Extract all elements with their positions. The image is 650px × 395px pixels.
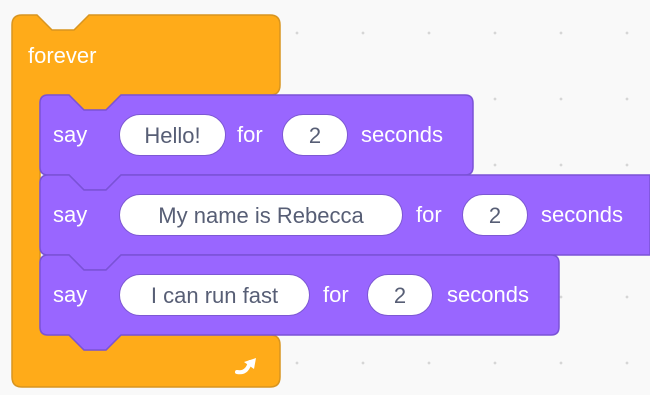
loop-arrow-icon: [235, 358, 256, 375]
say-label: say: [53, 122, 88, 147]
seconds-label: seconds: [541, 202, 623, 227]
for-label: for: [237, 122, 263, 147]
forever-label: forever: [28, 43, 97, 68]
message-input[interactable]: Hello!: [119, 114, 226, 156]
script-workspace[interactable]: forever say Hello! for 2 seconds say My …: [0, 0, 650, 395]
for-label: for: [323, 282, 349, 307]
message-input[interactable]: I can run fast: [119, 274, 310, 316]
seconds-input[interactable]: 2: [282, 114, 348, 156]
message-input[interactable]: My name is Rebecca: [119, 194, 403, 236]
seconds-input[interactable]: 2: [367, 274, 433, 316]
seconds-label: seconds: [361, 122, 443, 147]
seconds-input[interactable]: 2: [462, 194, 528, 236]
seconds-label: seconds: [447, 282, 529, 307]
for-label: for: [416, 202, 442, 227]
say-label: say: [53, 202, 88, 227]
say-label: say: [53, 282, 88, 307]
